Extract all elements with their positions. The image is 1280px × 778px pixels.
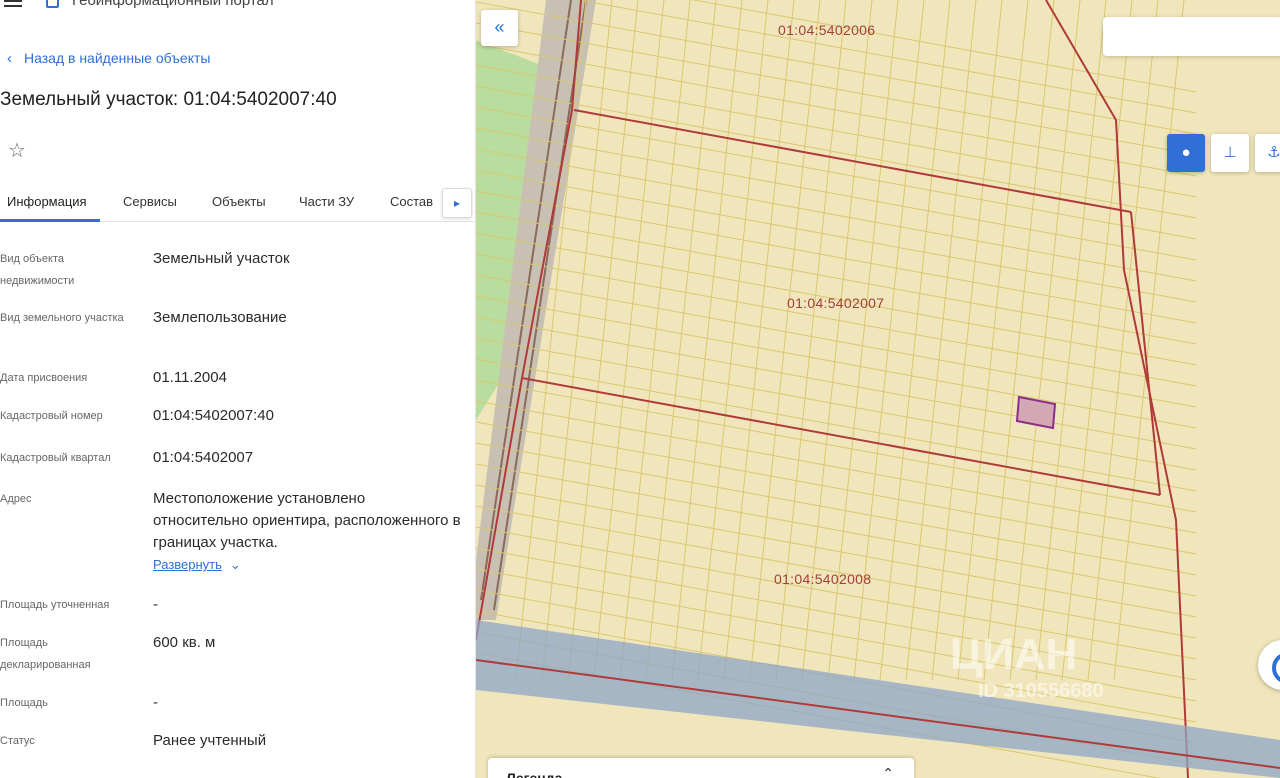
road-border [476,659,1280,769]
tab-objects[interactable]: Объекты [212,194,266,209]
cadastral-map[interactable]: 01:04:5402006 01:04:5402007 01:04:540200… [476,0,1280,778]
star-icon[interactable]: ☆ [8,138,26,163]
parcel-line [593,0,665,681]
property-label: Статус [0,735,35,747]
road-bottom [476,620,1280,778]
ruler-tool-icon[interactable]: ⊥ [1211,134,1249,172]
expand-label: Развернуть [153,557,222,572]
parcel-line [697,0,769,681]
property-label: Вид объекта недвижимости [0,253,75,287]
parcel-line [957,0,1029,681]
watermark-text: ЦИАН [950,630,1078,679]
chevron-right-icon[interactable]: ▸ [442,188,472,218]
property-value: Землепользование [153,309,287,326]
property-value: 01:04:5402007 [153,449,254,466]
back-label: Назад в найденные объекты [24,50,211,66]
parcel-line [476,211,1197,345]
parcel-line [879,0,951,681]
object-info-panel: Геоинформационный портал ‹ Назад в найден… [0,0,476,778]
parcel-line [476,442,1197,576]
tab-services[interactable]: Сервисы [123,194,177,209]
property-value: Земельный участок [153,250,290,267]
property-value: 01.11.2004 [153,369,227,386]
parcel-line [476,316,1197,450]
property-label: Вид земельного участка [0,312,124,324]
chevron-left-icon: ‹ [7,50,12,67]
quarter-label: 01:04:5402008 [774,571,872,587]
parcel-line [645,0,717,681]
parcel-line [476,85,1197,219]
parcel-line [476,400,1197,534]
parcel-line [476,22,1197,156]
tab-bar: Информация Сервисы Объекты Части ЗУ Сост… [0,188,475,222]
property-label: Адрес [0,493,32,505]
parcel-line [476,295,1197,429]
parcel-line [476,379,1197,513]
property-value: 600 кв. м [153,634,216,651]
parcel-line [476,127,1197,261]
chevron-up-icon: ⌃ [882,765,894,778]
legend-label: Легенда [506,770,563,778]
property-label: Площадь уточненная [0,599,110,611]
property-label: Площадь декларированная [0,637,91,671]
map-search-input[interactable] [1103,17,1280,56]
parcel-line [476,484,1197,618]
selected-parcel[interactable] [1015,395,1057,430]
property-label: Площадь [0,697,48,709]
active-tab-indicator [0,219,100,222]
parcel-line [476,169,1197,303]
watermark-id: ID 310556680 [978,680,1104,702]
parcel-line [476,337,1197,471]
map-canvas[interactable] [476,0,1280,778]
quarter-label: 01:04:5402006 [778,22,876,38]
quarter-border [521,377,1161,496]
chevron-down-icon: ⌄ [229,557,241,572]
property-value: Местоположение установлено относительно … [153,490,461,551]
page-title: Земельный участок: 01:04:5402007:40 [0,89,337,110]
property-label: Кадастровый квартал [0,452,111,464]
parcel-line [905,0,977,681]
parcel-line [476,64,1197,198]
property-value: Ранее учтенный [153,732,267,749]
portal-title: Геоинформационный портал [72,0,274,9]
point-tool-icon[interactable]: ● [1167,134,1205,172]
property-label: Дата присвоения [0,372,88,384]
parcel-line [476,148,1197,282]
back-to-results-link[interactable]: ‹ Назад в найденные объекты [7,50,210,67]
menu-icon[interactable] [4,0,22,8]
property-value: - [153,596,158,613]
boat-tool-icon[interactable]: ⚓ [1255,134,1280,172]
parcel-line [671,0,743,681]
portal-logo-icon [46,0,59,8]
property-label: Кадастровый номер [0,410,103,422]
double-chevron-left-icon[interactable]: « [481,10,518,46]
parcel-line [476,253,1197,387]
tab-info[interactable]: Информация [7,194,87,209]
tab-parts[interactable]: Части ЗУ [299,194,354,209]
parcel-line [476,421,1197,555]
property-value: - [153,694,158,711]
property-value: 01:04:5402007:40 [153,407,274,424]
parcel-line [476,43,1197,177]
quarter-label: 01:04:5402007 [787,295,885,311]
legend-panel[interactable]: Легенда ⌃ [488,758,914,778]
portal-header: Геоинформационный портал [0,0,475,14]
tab-composition[interactable]: Состав [390,194,433,209]
expand-address-link[interactable]: Развернуть ⌄ [153,557,241,573]
